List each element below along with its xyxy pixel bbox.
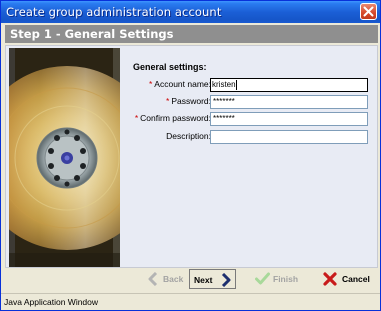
back-arrow-icon [148,272,158,286]
content-panel: General settings: * Account name: kristen… [5,45,378,268]
dialog-window: Create group administration account Step… [0,0,381,311]
next-arrow-icon [221,273,231,287]
confirm-password-input[interactable]: ******* [210,112,368,126]
close-button[interactable] [360,3,377,20]
required-marker: * [148,79,153,89]
description-input[interactable] [210,130,368,144]
confirm-password-row: * Confirm password: ******* [6,112,379,126]
account-name-row: * Account name: kristen [6,78,379,92]
password-label: * Password: [166,96,211,106]
account-name-label: * Account name: [148,79,211,89]
password-row: * Password: ******* [6,95,379,109]
required-marker: * [166,96,170,106]
close-icon [363,6,374,17]
next-button[interactable]: Next [189,269,236,289]
check-icon [255,272,270,285]
title-bar[interactable]: Create group administration account [1,1,380,23]
status-bar: Java Application Window [1,293,380,310]
text-caret [235,80,237,90]
description-label: Description: [166,131,211,141]
finish-button[interactable]: Finish [254,269,302,289]
confirm-password-label: * Confirm password: [134,113,211,123]
account-name-input[interactable]: kristen [210,78,368,92]
cancel-x-icon [323,272,337,286]
description-row: Description: [6,130,379,144]
required-marker: * [134,113,139,123]
step-header: Step 1 - General Settings [5,25,378,43]
password-input[interactable]: ******* [210,95,368,109]
form-heading: General settings: [133,62,207,72]
back-button[interactable]: Back [145,269,185,289]
cancel-button[interactable]: Cancel [322,269,372,289]
window-title: Create group administration account [6,5,222,19]
button-bar: Back Next Finish Cancel [1,265,380,293]
